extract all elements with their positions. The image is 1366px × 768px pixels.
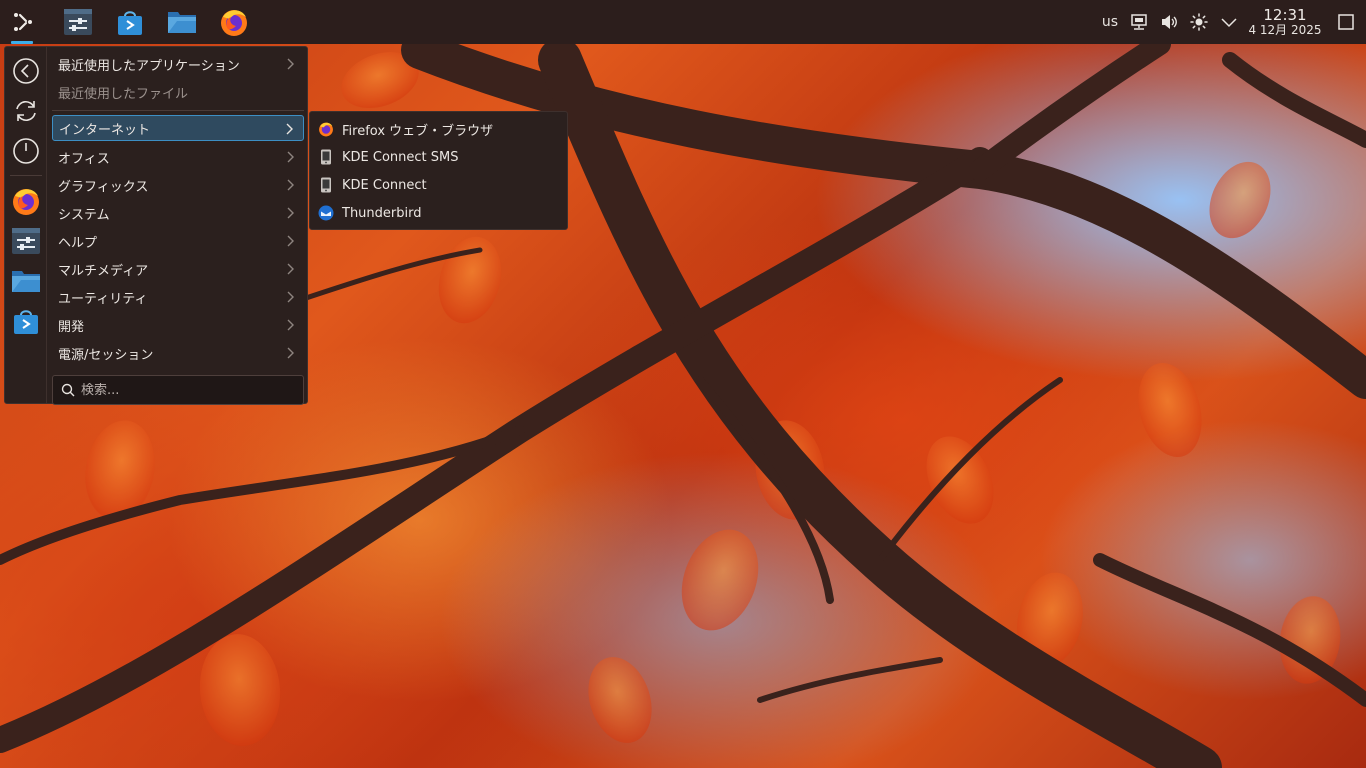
favorite-firefox[interactable]	[10, 185, 42, 217]
keyboard-layout-indicator[interactable]: us	[1096, 0, 1124, 44]
clock-date: 4 12月 2025	[1248, 22, 1322, 37]
app-kde-connect-sms[interactable]: KDE Connect SMS	[310, 143, 568, 171]
back-icon	[13, 58, 39, 84]
volume-button[interactable]	[1154, 0, 1184, 44]
task-system-settings[interactable]	[52, 0, 104, 44]
chevron-right-icon	[287, 207, 294, 219]
search-icon	[61, 383, 75, 397]
category-label: 開発	[58, 319, 85, 335]
category-help[interactable]: ヘルプ	[52, 228, 304, 254]
category-development[interactable]: 開発	[52, 312, 304, 338]
app-label: Thunderbird	[342, 205, 422, 221]
store-bag-icon	[118, 11, 142, 35]
digital-clock[interactable]: 12:31 4 12月 2025	[1244, 0, 1326, 44]
internet-submenu: Firefox ウェブ・ブラウザ KDE Connect SMS KDE Con…	[309, 111, 568, 230]
category-label: ユーティリティ	[58, 291, 148, 307]
favorite-dolphin[interactable]	[10, 265, 42, 297]
category-recent-applications[interactable]: 最近使用したアプリケーション	[52, 51, 304, 77]
task-discover[interactable]	[104, 0, 156, 44]
refresh-button[interactable]	[10, 95, 42, 127]
search-box[interactable]	[52, 375, 304, 405]
category-label: 最近使用したアプリケーション	[58, 58, 240, 74]
category-recent-files[interactable]: 最近使用したファイル	[52, 79, 304, 105]
sidebar-separator	[10, 175, 42, 176]
category-label: 電源/セッション	[58, 347, 154, 363]
app-label: Firefox ウェブ・ブラウザ	[342, 123, 494, 139]
network-icon	[1131, 14, 1147, 30]
category-label: システム	[58, 207, 110, 223]
chevron-right-icon	[287, 319, 294, 331]
top-panel: us 12:31 4 12月 2025	[0, 0, 1366, 44]
task-dolphin[interactable]	[156, 0, 208, 44]
thunderbird-icon	[318, 205, 334, 221]
category-office[interactable]: オフィス	[52, 144, 304, 170]
kde-connect-icon	[318, 149, 334, 165]
category-utilities[interactable]: ユーティリティ	[52, 284, 304, 310]
network-button[interactable]	[1124, 0, 1154, 44]
category-label: グラフィックス	[58, 179, 149, 195]
firefox-icon	[221, 10, 247, 36]
favorite-discover[interactable]	[10, 305, 42, 337]
expand-tray-button[interactable]	[1214, 0, 1244, 44]
chevron-right-icon	[287, 263, 294, 275]
application-launcher-button[interactable]	[0, 0, 44, 44]
category-system[interactable]: システム	[52, 200, 304, 226]
chevron-right-icon	[287, 151, 294, 163]
show-desktop-button[interactable]	[1326, 0, 1366, 44]
search-input[interactable]	[81, 382, 291, 398]
menu-separator	[52, 110, 304, 111]
category-internet[interactable]: インターネット	[52, 115, 304, 141]
app-label: KDE Connect SMS	[342, 149, 459, 165]
chevron-right-icon	[287, 235, 294, 247]
app-label: KDE Connect	[342, 177, 427, 193]
launcher-sidebar	[5, 47, 47, 403]
kde-application-launcher-icon	[14, 13, 32, 31]
system-tray: us 12:31 4 12月 2025	[1096, 0, 1366, 44]
category-label: 最近使用したファイル	[58, 86, 189, 102]
chevron-right-icon	[287, 291, 294, 303]
show-desktop-icon	[1338, 14, 1354, 30]
category-label: ヘルプ	[58, 235, 98, 251]
category-label: マルチメディア	[58, 263, 149, 279]
category-label: オフィス	[58, 151, 110, 167]
clock-time: 12:31	[1263, 6, 1307, 25]
folder-icon	[12, 271, 40, 292]
app-kde-connect[interactable]: KDE Connect	[310, 171, 568, 199]
refresh-icon	[16, 101, 36, 121]
volume-icon	[1162, 15, 1177, 29]
firefox-icon	[13, 189, 39, 215]
chevron-right-icon	[287, 347, 294, 359]
store-bag-icon	[14, 310, 38, 334]
application-launcher-menu: 最近使用したアプリケーション 最近使用したファイル インターネット オフィス グ…	[4, 46, 308, 405]
back-button[interactable]	[10, 55, 42, 87]
expand-tray-icon	[1221, 18, 1237, 28]
brightness-icon	[1190, 13, 1208, 31]
settings-sliders-icon	[12, 228, 40, 254]
task-firefox[interactable]	[208, 0, 260, 44]
app-thunderbird[interactable]: Thunderbird	[310, 199, 568, 227]
chevron-right-icon	[286, 123, 293, 135]
category-graphics[interactable]: グラフィックス	[52, 172, 304, 198]
folder-icon	[168, 12, 196, 33]
firefox-icon	[318, 121, 334, 137]
settings-sliders-icon	[64, 9, 92, 35]
power-button[interactable]	[10, 135, 42, 167]
kde-connect-icon	[318, 177, 334, 193]
chevron-right-icon	[287, 179, 294, 191]
favorite-system-settings[interactable]	[10, 225, 42, 257]
category-multimedia[interactable]: マルチメディア	[52, 256, 304, 282]
chevron-right-icon	[287, 58, 294, 70]
brightness-button[interactable]	[1184, 0, 1214, 44]
power-icon	[13, 138, 39, 164]
category-label: インターネット	[59, 122, 151, 138]
app-firefox[interactable]: Firefox ウェブ・ブラウザ	[310, 115, 568, 143]
category-power-session[interactable]: 電源/セッション	[52, 340, 304, 366]
